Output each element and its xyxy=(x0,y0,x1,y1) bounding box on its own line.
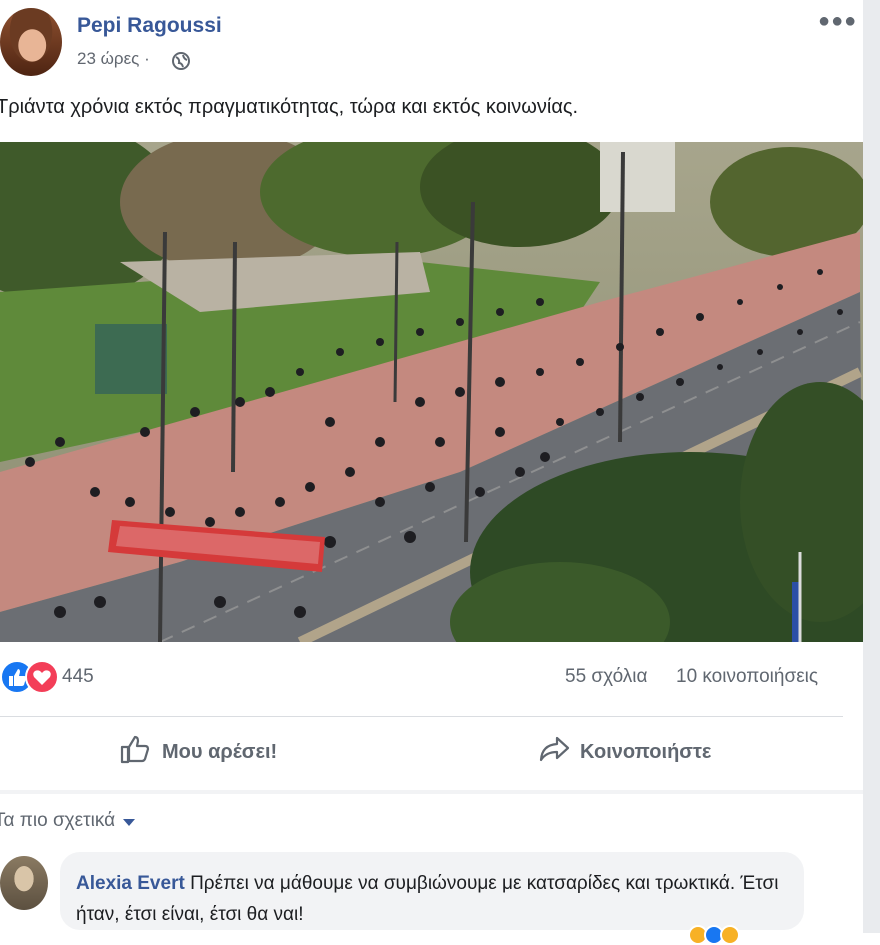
post-header: Pepi Ragoussi 23 ώρες · ●●● xyxy=(0,0,863,90)
shares-count[interactable]: 10 κοινοποιήσεις xyxy=(676,666,818,688)
comments-filter[interactable]: Τα πιο σχετικά xyxy=(0,810,136,832)
share-button[interactable]: Κοινοποιήστε xyxy=(538,732,711,772)
post-photo[interactable] xyxy=(0,142,863,642)
globe-icon xyxy=(171,51,191,76)
comment-author[interactable]: Alexia Evert xyxy=(76,873,185,894)
section-divider xyxy=(0,790,863,794)
right-rail xyxy=(863,0,880,933)
thumbs-up-icon xyxy=(118,732,152,772)
love-reaction-icon[interactable] xyxy=(25,660,59,699)
like-button-label: Μου αρέσει! xyxy=(162,740,278,763)
caret-down-icon xyxy=(123,818,136,826)
like-button[interactable]: Μου αρέσει! xyxy=(118,732,277,772)
comment-bubble: Alexia Evert Πρέπει να μάθουμε να συμβιώ… xyxy=(60,852,804,930)
more-icon[interactable]: ●●● xyxy=(818,10,857,33)
author-avatar[interactable] xyxy=(0,8,62,76)
commenter-avatar[interactable] xyxy=(0,856,48,910)
post-text: Τριάντα χρόνια εκτός πραγματικότητας, τώ… xyxy=(0,96,579,118)
reaction-count[interactable]: 445 xyxy=(62,666,94,688)
author-name[interactable]: Pepi Ragoussi xyxy=(77,14,222,38)
comment-reactions[interactable] xyxy=(688,925,740,945)
post-timestamp[interactable]: 23 ώρες · xyxy=(77,49,150,69)
share-button-label: Κοινοποιήστε xyxy=(580,740,712,763)
comments-count[interactable]: 55 σχόλια xyxy=(565,666,648,688)
reactions-row: 445 55 σχόλια 10 κοινοποιήσεις xyxy=(0,658,863,698)
divider xyxy=(0,716,843,717)
wow-reaction-icon xyxy=(720,925,740,945)
comments-filter-label: Τα πιο σχετικά xyxy=(0,810,116,831)
share-arrow-icon xyxy=(538,734,570,770)
